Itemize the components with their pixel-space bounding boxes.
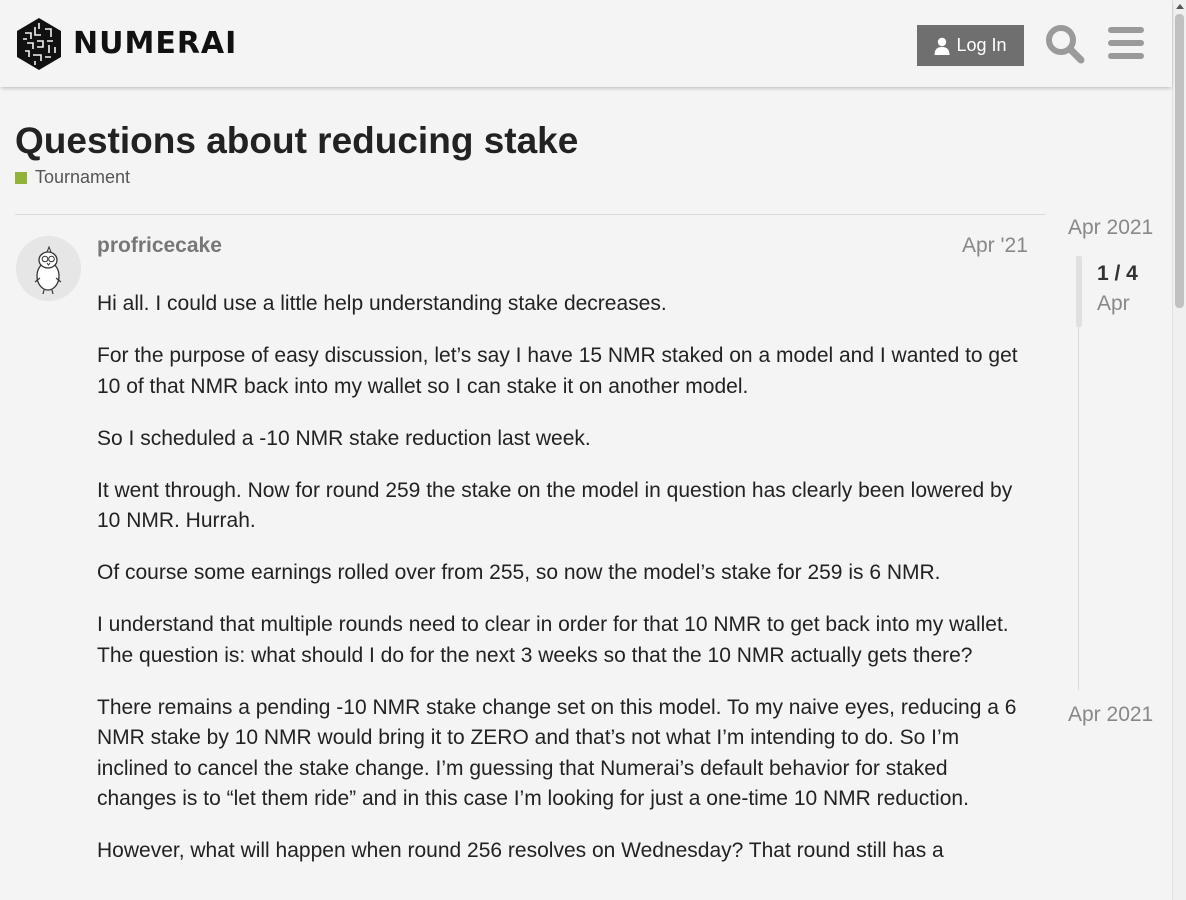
timeline-position-date: Apr (1097, 292, 1130, 315)
post-date[interactable]: Apr '21 (962, 234, 1028, 258)
post-username[interactable]: profricecake (97, 234, 222, 258)
timeline-scroll-handle[interactable] (1076, 256, 1082, 327)
category-badge[interactable]: Tournament (15, 167, 130, 188)
post-paragraph: Of course some earnings rolled over from… (97, 561, 941, 584)
numerai-logo-icon (17, 18, 61, 70)
post-paragraph: So I scheduled a -10 NMR stake reduction… (97, 426, 591, 450)
search-icon[interactable] (1045, 24, 1085, 64)
site-logo[interactable]: NUMERAI (15, 17, 237, 71)
logo-wordmark: NUMERAI (73, 26, 238, 61)
post-body: Hi all. I could use a little help unders… (97, 289, 1032, 888)
post-paragraph: I understand that multiple rounds need t… (97, 613, 1009, 667)
post-paragraph: For the purpose of easy discussion, let’… (97, 344, 1018, 398)
post-paragraph: Hi all. I could use a little help unders… (97, 292, 667, 315)
post-paragraph: There remains a pending -10 NMR stake ch… (97, 695, 1017, 811)
timeline-start-date[interactable]: Apr 2021 (1068, 216, 1153, 240)
post-paragraph: It went through. Now for round 259 the s… (97, 478, 1013, 533)
avatar[interactable] (16, 236, 81, 301)
login-label: Log In (956, 35, 1007, 55)
topic-divider (15, 214, 1046, 215)
avatar-bird-icon (16, 236, 81, 301)
user-icon (934, 37, 950, 55)
hamburger-menu-icon[interactable] (1108, 26, 1144, 60)
login-button[interactable]: Log In (917, 25, 1024, 66)
timeline-end-date[interactable]: Apr 2021 (1068, 703, 1153, 727)
site-header: NUMERAI Log In (0, 0, 1172, 87)
scroll-up-arrow-icon[interactable] (1176, 4, 1184, 9)
category-color-swatch (15, 171, 27, 184)
category-label: Tournament (35, 167, 131, 187)
scrollbar-thumb[interactable] (1175, 14, 1184, 308)
post-paragraph: However, what will happen when round 256… (97, 839, 944, 862)
page-scrollbar[interactable] (1172, 0, 1186, 900)
topic-title[interactable]: Questions about reducing stake (15, 120, 578, 162)
timeline-position: 1 / 4 (1097, 262, 1138, 285)
